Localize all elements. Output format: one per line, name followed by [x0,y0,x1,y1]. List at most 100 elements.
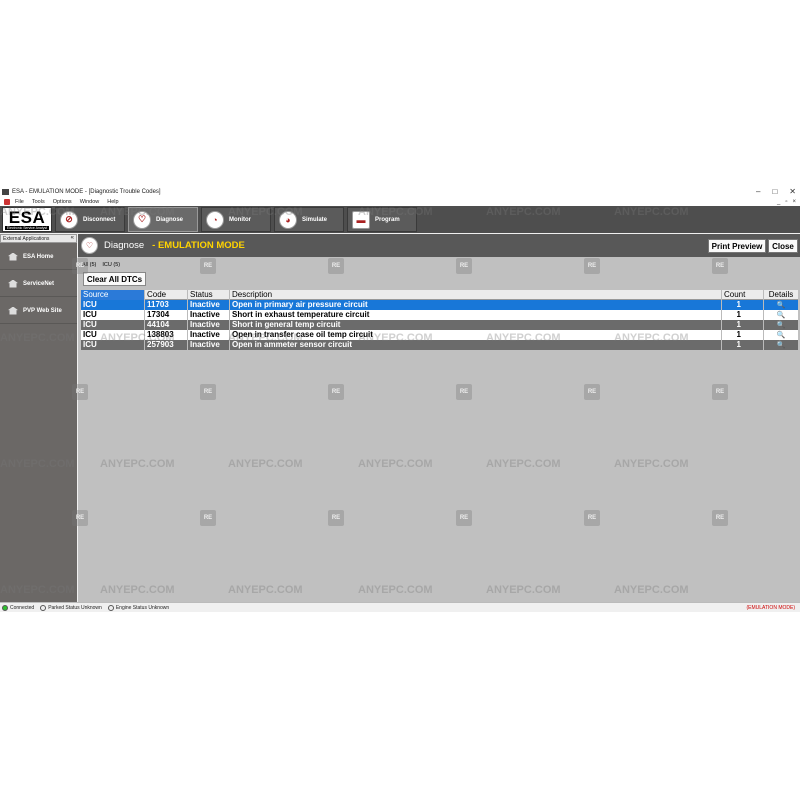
simulate-button[interactable]: ◕ Simulate [274,207,344,232]
table-header-row: Source Code Status Description Count Det… [81,289,798,300]
close-button[interactable]: Close [768,239,798,253]
menu-bar: File Tools Options Window Help _ ▫ × [0,197,800,206]
magnifier-icon[interactable]: 🔍 [777,332,786,339]
esa-logo: ESA Electronic Service Analyst [2,207,52,232]
menu-tools[interactable]: Tools [32,199,45,205]
window-controls: – □ ✕ [756,186,796,197]
column-header-count[interactable]: Count [722,289,764,300]
sidebar-item-servicenet[interactable]: ServiceNet [0,271,77,297]
esa-application-window: ESA - EMULATION MODE - [Diagnostic Troub… [0,186,800,612]
cell-source: ICU [81,320,145,330]
cell-code: 11703 [145,300,188,310]
program-button[interactable]: ▬ Program [347,207,417,232]
sidebar-header: External Applications « [0,234,77,243]
table-row[interactable]: ICU 257903 Inactive Open in ammeter sens… [81,340,798,350]
table-row[interactable]: ICU 138803 Inactive Open in transfer cas… [81,330,798,340]
cell-source: ICU [81,300,145,310]
cell-description: Open in transfer case oil temp circuit [230,330,722,340]
parked-status: Parked Status Unknown [40,604,102,611]
cell-count: 1 [722,330,764,340]
sidebar-item-label: ServiceNet [23,280,55,287]
magnifier-icon[interactable]: 🔍 [777,312,786,319]
dtc-table: Source Code Status Description Count Det… [81,289,798,350]
magnifier-icon[interactable]: 🔍 [777,342,786,349]
home-icon [8,306,18,315]
emulation-mode-status: (EMULATION MODE) [746,604,795,611]
cell-count: 1 [722,310,764,320]
gauge-icon: ◔ [206,210,224,229]
cell-description: Short in exhaust temperature circuit [230,310,722,320]
cell-status: Inactive [188,300,230,310]
disconnect-button[interactable]: ⊘ Disconnect [55,207,125,232]
collapse-chevron-icon[interactable]: « [71,235,74,241]
monitor-button[interactable]: ◔ Monitor [201,207,271,232]
magnifier-icon[interactable]: 🔍 [777,322,786,329]
menu-help[interactable]: Help [107,199,118,205]
document-icon[interactable] [4,198,10,205]
emulation-mode-label: - EMULATION MODE [152,240,245,251]
engine-status-icon [107,604,114,611]
cell-count: 1 [722,320,764,330]
disconnect-icon: ⊘ [60,210,78,229]
logo-subtitle: Electronic Service Analyst [4,225,50,230]
mdi-minimize-button[interactable]: _ [777,199,780,205]
sidebar-item-label: ESA Home [23,253,54,260]
cell-count: 1 [722,340,764,350]
details-cell: 🔍 [764,300,798,310]
column-header-source[interactable]: Source [81,289,145,300]
details-cell: 🔍 [764,310,798,320]
cell-source: ICU [81,340,145,350]
sidebar-item-esa-home[interactable]: ESA Home [0,244,77,270]
home-icon [8,279,18,288]
column-header-description[interactable]: Description [230,289,722,300]
logo-text: ESA [8,207,46,227]
chip-icon: ▬ [352,210,370,229]
external-apps-sidebar: External Applications « ESA Home Service… [0,234,77,602]
clear-all-dtcs-button[interactable]: Clear All DTCs [83,272,146,286]
connected-status-icon [2,604,8,611]
cell-code: 44104 [145,320,188,330]
page-title: Diagnose [104,240,145,251]
column-header-details[interactable]: Details [764,290,798,300]
column-header-code[interactable]: Code [145,289,188,300]
diagnose-button[interactable]: ♡ Diagnose [128,207,198,232]
cell-code: 17304 [145,310,188,320]
tab-icu[interactable]: ICU (5) [102,262,120,268]
cell-source: ICU [81,330,145,340]
sidebar-item-pvp-web-site[interactable]: PVP Web Site [0,298,77,324]
window-title: ESA - EMULATION MODE - [Diagnostic Troub… [12,188,161,195]
mdi-restore-button[interactable]: ▫ [785,199,787,205]
sidebar-header-label: External Applications [3,235,50,242]
cell-description: Open in ammeter sensor circuit [230,340,722,350]
cell-status: Inactive [188,310,230,320]
details-cell: 🔍 [764,330,798,340]
table-row[interactable]: ICU 17304 Inactive Short in exhaust temp… [81,310,798,320]
menu-window[interactable]: Window [80,199,100,205]
stethoscope-icon: ♡ [81,237,98,254]
parked-label: Parked Status Unknown [48,604,102,611]
cell-code: 257903 [145,340,188,350]
close-window-button[interactable]: ✕ [789,187,796,196]
magnifier-icon[interactable]: 🔍 [777,302,786,309]
disconnect-label: Disconnect [83,216,116,223]
tab-all[interactable]: All (5) [82,262,96,268]
table-row[interactable]: ICU 11703 Inactive Open in primary air p… [81,300,798,310]
engine-status: Engine Status Unknown [107,604,170,611]
print-preview-button[interactable]: Print Preview [708,239,766,253]
engine-label: Engine Status Unknown [115,604,170,611]
simulate-label: Simulate [302,216,328,223]
main-toolbar: ESA Electronic Service Analyst ⊘ Disconn… [0,206,800,233]
table-row[interactable]: ICU 44104 Inactive Short in general temp… [81,320,798,330]
program-label: Program [375,216,400,223]
column-header-status[interactable]: Status [188,289,230,300]
minimize-button[interactable]: – [756,187,760,196]
menu-options[interactable]: Options [53,199,72,205]
cell-status: Inactive [188,330,230,340]
menu-file[interactable]: File [15,199,24,205]
connected-label: Connected [10,604,35,611]
mdi-close-button[interactable]: × [792,199,796,205]
maximize-button[interactable]: □ [772,187,777,196]
diagnose-pane: ♡ Diagnose - EMULATION MODE Print Previe… [78,234,800,602]
cell-status: Inactive [188,320,230,330]
home-icon [8,252,18,261]
